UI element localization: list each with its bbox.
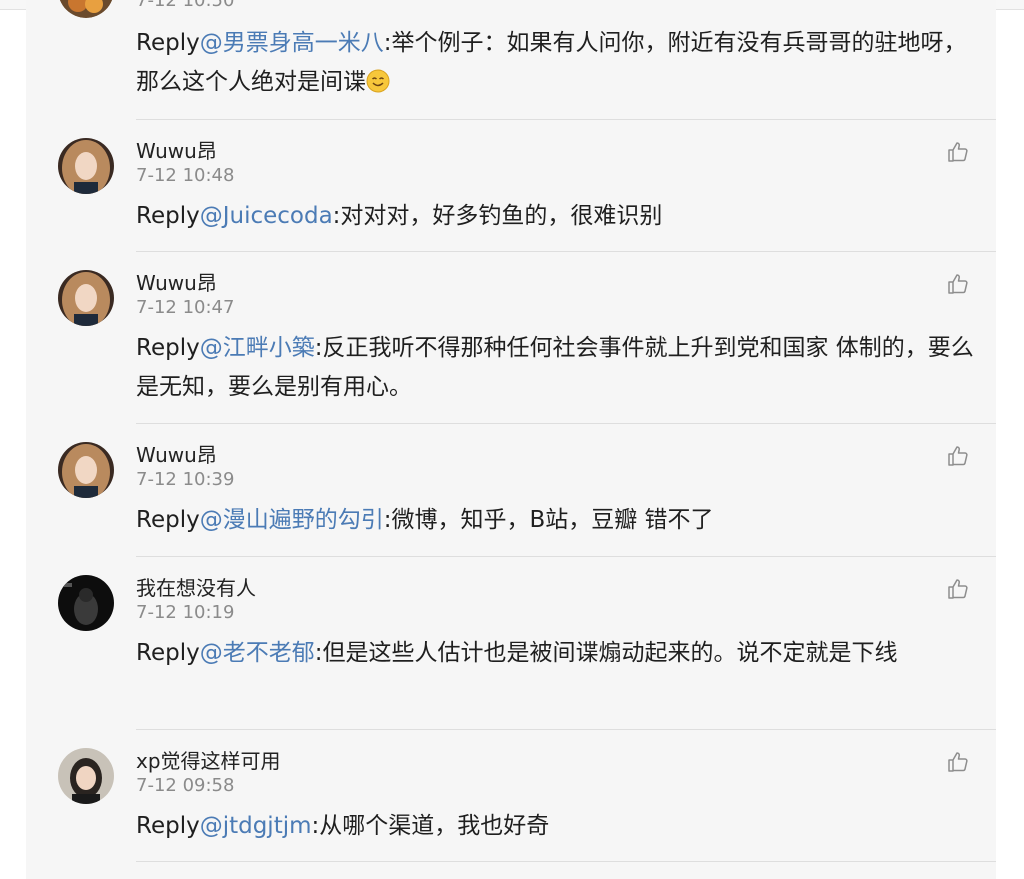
mention-link[interactable]: @江畔小築: [200, 335, 315, 361]
reply-prefix: Reply: [136, 30, 200, 56]
thumbs-up-icon[interactable]: [946, 272, 970, 296]
divider: [136, 556, 996, 557]
comment-body: Reply@男票身高一米八:举个例子：如果有人问你，附近有没有兵哥哥的驻地呀，那…: [136, 24, 976, 102]
comment-time: 7-12 10:47: [136, 297, 235, 318]
divider: [136, 119, 996, 120]
avatar[interactable]: [58, 442, 114, 498]
avatar[interactable]: [58, 575, 114, 631]
mention-link[interactable]: @男票身高一米八: [200, 30, 384, 56]
comment-text: :从哪个渠道，我也好奇: [311, 813, 550, 839]
avatar[interactable]: [58, 138, 114, 194]
comment-list: 7-12 10:50 Reply@男票身高一米八:举个例子：如果有人问你，附近有…: [26, 0, 996, 879]
reply-prefix: Reply: [136, 335, 200, 361]
comment-text: :对对对，好多钓鱼的，很难识别: [332, 203, 663, 229]
avatar[interactable]: [58, 270, 114, 326]
thumbs-up-icon[interactable]: [946, 444, 970, 468]
page: 7-12 10:50 Reply@男票身高一米八:举个例子：如果有人问你，附近有…: [0, 0, 1024, 879]
avatar[interactable]: [58, 0, 114, 18]
reply-prefix: Reply: [136, 640, 200, 666]
comment-body: Reply@jtdgjtjm:从哪个渠道，我也好奇: [136, 807, 976, 846]
thumbs-up-icon[interactable]: [946, 577, 970, 601]
comment-time: 7-12 10:39: [136, 469, 235, 490]
comment-time: 7-12 09:58: [136, 775, 235, 796]
comment-text: :但是这些人估计也是被间谍煽动起来的。说不定就是下线: [314, 640, 898, 666]
divider: [136, 423, 996, 424]
divider: [136, 861, 996, 862]
divider: [136, 251, 996, 252]
mention-link[interactable]: @Juicecoda: [200, 203, 333, 229]
comment-username[interactable]: Wuwu昂: [136, 135, 217, 164]
thumbs-up-icon[interactable]: [946, 140, 970, 164]
comment-username[interactable]: Wuwu昂: [136, 267, 217, 296]
smile-emoji-icon: [366, 69, 390, 93]
comment-text: :微博，知乎，B站，豆瓣 错不了: [383, 507, 714, 533]
reply-prefix: Reply: [136, 813, 200, 839]
comment-body: Reply@江畔小築:反正我听不得那种任何社会事件就上升到党和国家 体制的，要么…: [136, 329, 976, 407]
mention-link[interactable]: @jtdgjtjm: [200, 813, 312, 839]
divider: [136, 729, 996, 730]
comment-username[interactable]: xp觉得这样可用: [136, 745, 281, 774]
comment-time: 7-12 10:50: [136, 0, 235, 11]
mention-link[interactable]: @老不老郁: [200, 640, 315, 666]
comment-time: 7-12 10:19: [136, 602, 235, 623]
comment-username[interactable]: 我在想没有人: [136, 572, 256, 601]
reply-prefix: Reply: [136, 203, 200, 229]
reply-prefix: Reply: [136, 507, 200, 533]
comment-body: Reply@老不老郁:但是这些人估计也是被间谍煽动起来的。说不定就是下线: [136, 634, 976, 673]
mention-link[interactable]: @漫山遍野的勾引: [200, 507, 384, 533]
thumbs-up-icon[interactable]: [946, 750, 970, 774]
comment-time: 7-12 10:48: [136, 165, 235, 186]
avatar[interactable]: [58, 748, 114, 804]
comment-username[interactable]: Wuwu昂: [136, 439, 217, 468]
comment-body: Reply@Juicecoda:对对对，好多钓鱼的，很难识别: [136, 197, 976, 236]
comment-body: Reply@漫山遍野的勾引:微博，知乎，B站，豆瓣 错不了: [136, 501, 976, 540]
